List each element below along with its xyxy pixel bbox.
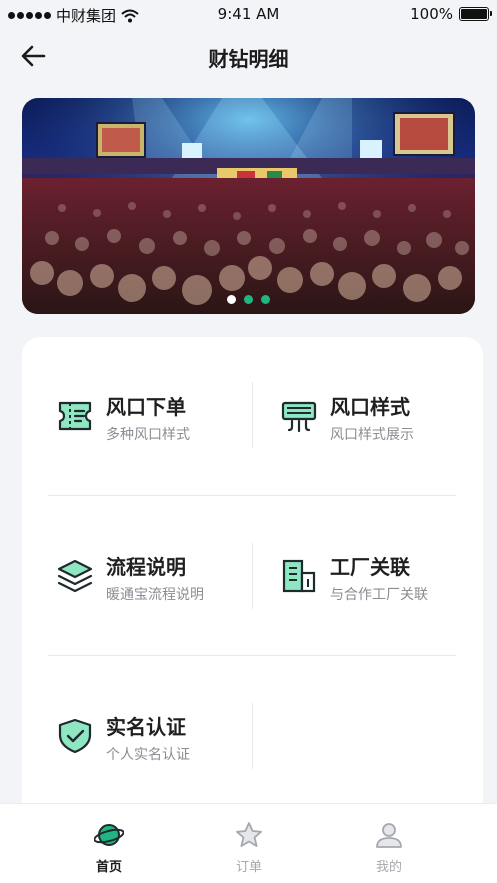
tab-label: 订单 <box>235 860 262 875</box>
air-vent-icon <box>281 401 317 433</box>
menu-item-process-guide[interactable]: 流程说明 暖通宝流程说明 <box>56 539 256 619</box>
nav-bar: 财钻明细 <box>0 30 497 82</box>
menu-item-subtitle: 风口样式展示 <box>330 427 414 443</box>
feature-menu-card: 风口下单 多种风口样式 风口样式 风口样式展示 流程说明 暖通宝流程说明 工厂关… <box>22 337 483 827</box>
carousel-dot[interactable] <box>261 295 270 304</box>
carousel-dot[interactable] <box>227 295 236 304</box>
divider <box>252 543 253 609</box>
menu-item-factory-link[interactable]: 工厂关联 与合作工厂关联 <box>280 539 480 619</box>
tab-bar: 首页 订单 我的 <box>0 803 497 883</box>
menu-item-title: 实名认证 <box>106 715 186 739</box>
carousel-indicators <box>22 295 475 304</box>
ticket-icon <box>58 401 92 431</box>
layers-icon <box>57 559 93 593</box>
menu-item-title: 风口下单 <box>106 395 186 419</box>
menu-item-vent-styles[interactable]: 风口样式 风口样式展示 <box>280 379 480 459</box>
tab-home[interactable]: 首页 <box>49 804 169 883</box>
tab-profile[interactable]: 我的 <box>329 804 449 883</box>
menu-item-subtitle: 多种风口样式 <box>106 427 190 443</box>
status-bar: 中财集团 9:41 AM 100% <box>0 0 497 30</box>
tab-label: 首页 <box>95 860 122 875</box>
user-icon <box>376 823 402 848</box>
menu-item-vent-order[interactable]: 风口下单 多种风口样式 <box>56 379 256 459</box>
tab-orders[interactable]: 订单 <box>189 804 309 883</box>
menu-item-title: 风口样式 <box>330 395 410 419</box>
carousel-dot-active[interactable] <box>244 295 253 304</box>
divider <box>252 382 253 448</box>
shield-check-icon <box>58 718 92 754</box>
menu-item-title: 工厂关联 <box>330 555 410 579</box>
menu-item-subtitle: 与合作工厂关联 <box>330 587 428 603</box>
divider <box>48 495 456 496</box>
menu-item-subtitle: 个人实名认证 <box>106 747 190 763</box>
building-icon <box>282 559 316 593</box>
concert-crowd-photo <box>22 98 475 314</box>
planet-icon <box>94 824 124 846</box>
tab-label: 我的 <box>375 860 402 875</box>
page-title: 财钻明细 <box>208 47 289 71</box>
star-icon <box>236 822 262 847</box>
battery-icon <box>459 7 492 21</box>
divider <box>48 655 456 656</box>
battery-percent: 100% <box>410 5 453 23</box>
divider <box>252 703 253 769</box>
status-right: 100% <box>410 5 492 23</box>
menu-item-real-name-auth[interactable]: 实名认证 个人实名认证 <box>56 699 256 779</box>
menu-item-title: 流程说明 <box>106 555 186 579</box>
banner-carousel[interactable] <box>22 98 475 314</box>
menu-item-subtitle: 暖通宝流程说明 <box>106 587 204 603</box>
